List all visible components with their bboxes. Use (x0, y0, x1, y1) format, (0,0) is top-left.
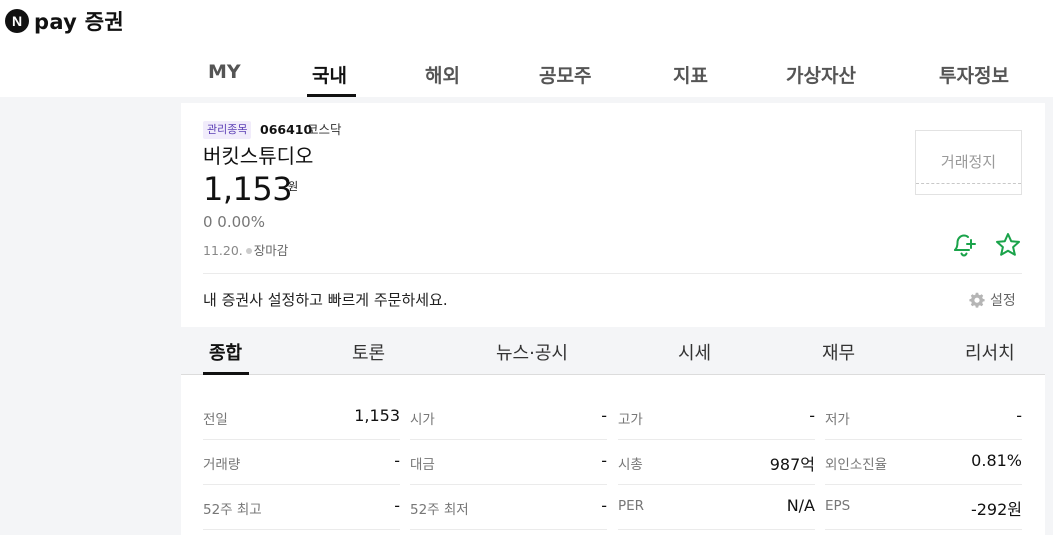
status-dot-icon (245, 248, 252, 254)
naver-logo-icon: N (5, 9, 29, 33)
tab-news[interactable]: 뉴스·공시 (496, 339, 568, 365)
tab-ipo[interactable]: 공모주 (539, 61, 591, 88)
tab-research[interactable]: 리서치 (965, 339, 1015, 365)
stat-per: PER N/A (618, 485, 815, 530)
divider (203, 273, 1022, 274)
tab-investment-info[interactable]: 투자정보 (939, 61, 1009, 88)
management-badge: 관리종목 (203, 121, 252, 139)
tab-indicators[interactable]: 지표 (673, 61, 708, 88)
market-status: 11.20. 장마감 (203, 240, 288, 259)
tab-summary[interactable]: 종합 (209, 339, 242, 365)
tab-overseas[interactable]: 해외 (425, 61, 460, 88)
stock-code: 066410 (260, 122, 313, 137)
stat-52w-high: 52주 최고 - (203, 485, 400, 530)
trading-halt-label: 거래정지 (940, 153, 997, 171)
stat-low: 저가 - (825, 395, 1022, 440)
active-subtab-indicator (203, 372, 249, 375)
stat-prev-close: 전일 1,153 (203, 395, 400, 440)
stat-eps: EPS -292원 (825, 485, 1022, 530)
stat-trade-value: 대금 - (410, 440, 607, 485)
tab-my[interactable]: MY (208, 61, 241, 83)
tab-financials[interactable]: 재무 (822, 339, 855, 365)
stock-name: 버킷스튜디오 (203, 144, 314, 168)
gear-icon (969, 292, 985, 308)
trading-halt-box: 거래정지 (915, 130, 1022, 195)
active-tab-indicator (307, 94, 356, 97)
brand-logo[interactable]: N pay 증권 (5, 9, 124, 34)
broker-prompt: 내 증권사 설정하고 빠르게 주문하세요. (203, 291, 448, 309)
tab-quotes[interactable]: 시세 (678, 339, 711, 365)
tab-domestic[interactable]: 국내 (312, 61, 347, 88)
trade-date: 11.20. (203, 243, 243, 258)
stock-card: 관리종목 066410 코스닥 버킷스튜디오 1,153 원 0 0.00% 1… (181, 103, 1045, 535)
market-name: 코스닥 (307, 122, 342, 137)
sub-tab-bar: 종합 토론 뉴스·공시 시세 재무 리서치 (181, 327, 1045, 375)
broker-settings-button[interactable]: 설정 (969, 290, 1016, 310)
bell-plus-icon[interactable] (950, 231, 978, 259)
star-icon[interactable] (994, 231, 1022, 259)
stat-market-cap: 시총 987억 (618, 440, 815, 485)
stat-52w-low: 52주 최저 - (410, 485, 607, 530)
top-nav: MY 국내 해외 공모주 지표 가상자산 투자정보 (181, 52, 1053, 97)
stat-foreign-ratio: 외인소진율 0.81% (825, 440, 1022, 485)
stat-high: 고가 - (618, 395, 815, 440)
brand-name: pay 증권 (34, 10, 124, 34)
tab-discussion[interactable]: 토론 (352, 339, 385, 365)
halt-divider (916, 183, 1021, 184)
settings-label: 설정 (990, 293, 1016, 309)
price-unit: 원 (288, 180, 299, 193)
tab-crypto[interactable]: 가상자산 (786, 61, 856, 88)
current-price: 1,153 (203, 170, 293, 208)
stat-volume: 거래량 - (203, 440, 400, 485)
stat-open: 시가 - (410, 395, 607, 440)
market-close-label: 장마감 (253, 243, 289, 258)
price-change: 0 0.00% (203, 213, 265, 231)
